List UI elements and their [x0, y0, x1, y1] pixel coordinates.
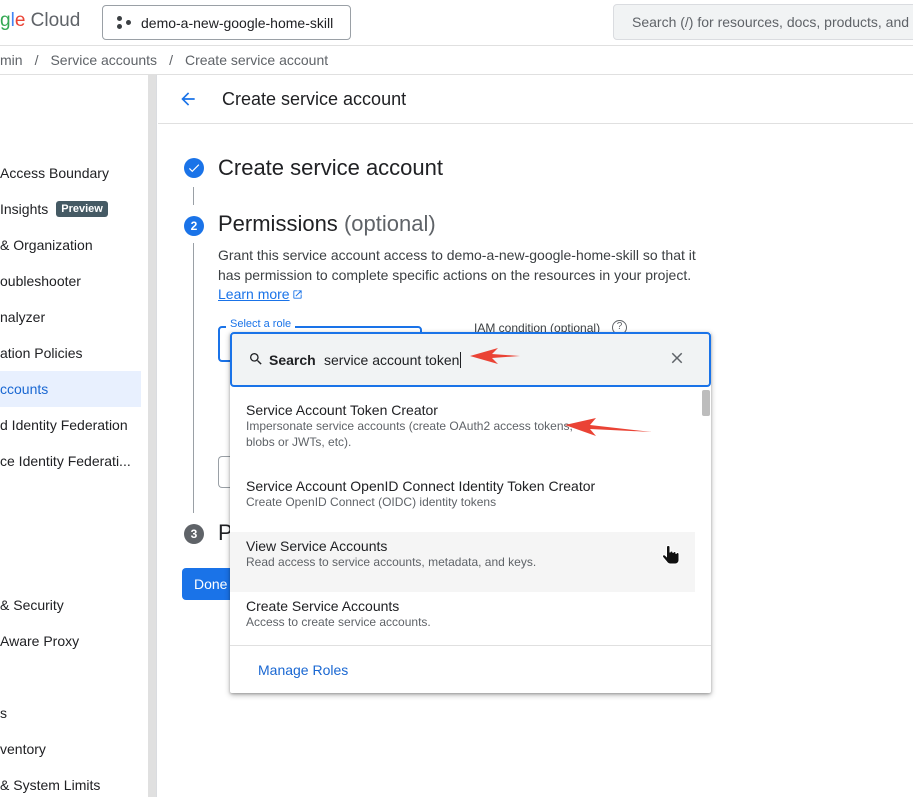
role-option-name: Service Account Token Creator: [246, 402, 438, 418]
sidebar-item-label: d Identity Federation: [0, 417, 128, 433]
step-connector: [193, 243, 194, 513]
role-search-input[interactable]: Search service account token: [230, 332, 711, 387]
sidebar-item-service-accounts[interactable]: ccounts: [0, 371, 141, 407]
sidebar-item-identity-aware-proxy[interactable]: Aware Proxy: [0, 623, 141, 659]
sidebar: Access Boundary Insights Preview & Organi…: [0, 75, 148, 797]
sidebar-item-system-limits[interactable]: & System Limits: [0, 767, 141, 803]
project-picker[interactable]: demo-a-new-google-home-skill: [102, 5, 351, 40]
role-search-label: Search: [269, 352, 316, 368]
hand-cursor-icon: [662, 545, 680, 565]
role-option-desc: Impersonate service accounts (create OAu…: [246, 419, 573, 449]
breadcrumb-item-admin[interactable]: min: [0, 52, 23, 68]
sidebar-item-security[interactable]: & Security: [0, 587, 141, 623]
sidebar-item-label: & Security: [0, 597, 64, 613]
sidebar-item-organization-policies[interactable]: ation Policies: [0, 335, 141, 371]
done-button[interactable]: Done: [182, 568, 230, 600]
breadcrumb-item-current: Create service account: [184, 52, 329, 68]
sidebar-item-label: ation Policies: [0, 345, 83, 361]
select-role-label: Select a role: [226, 318, 296, 330]
sidebar-item-label: ce Identity Federati...: [0, 453, 131, 469]
role-option-name: Service Account OpenID Connect Identity …: [246, 478, 596, 494]
step2-optional: (optional): [343, 211, 436, 236]
page-header: Create service account: [158, 75, 913, 124]
role-option-name: Create Service Accounts: [246, 598, 400, 614]
close-icon[interactable]: [668, 349, 686, 367]
step-connector: [193, 187, 194, 205]
search-icon: [250, 353, 262, 365]
step1-title: Create service account: [218, 155, 443, 180]
sidebar-item-insights[interactable]: Insights Preview: [0, 191, 141, 227]
step3-number: 3: [184, 524, 204, 544]
preview-badge: Preview: [56, 201, 108, 217]
sidebar-item-label: nalyzer: [0, 309, 46, 325]
text-caret: [460, 352, 462, 368]
breadcrumb: min / Service accounts / Create service …: [0, 46, 913, 75]
sidebar-item-label: Aware Proxy: [0, 633, 80, 649]
role-option-token-creator[interactable]: Service Account Token Creator Impersonat…: [230, 402, 695, 450]
sidebar-item-label: ventory: [0, 741, 46, 757]
role-search-query: service account token: [324, 352, 462, 368]
manage-roles-link[interactable]: Manage Roles: [258, 662, 348, 678]
learn-more-link[interactable]: Learn more: [218, 286, 303, 302]
role-option-create-service-accounts[interactable]: Create Service Accounts Access to create…: [230, 598, 695, 630]
role-option-desc: Access to create service accounts.: [246, 615, 431, 629]
page-title: Create service account: [222, 89, 407, 109]
role-search-query-text: service account token: [324, 352, 460, 368]
role-option-view-service-accounts[interactable]: View Service Accounts Read access to ser…: [230, 532, 695, 592]
sidebar-item-organization[interactable]: & Organization: [0, 227, 141, 263]
dropdown-scrollbar[interactable]: [702, 390, 710, 416]
sidebar-item-s[interactable]: s: [0, 695, 141, 731]
external-link-icon: [292, 290, 302, 299]
sidebar-item-label: & System Limits: [0, 777, 101, 793]
step2-number: 2: [184, 216, 204, 236]
sidebar-item-label: Insights: [0, 201, 49, 217]
project-dots-icon: [115, 14, 133, 32]
step2-title: Permissions (optional): [218, 211, 436, 237]
sidebar-item-troubleshooter[interactable]: oubleshooter: [0, 263, 141, 299]
sidebar-item-label: ccounts: [0, 381, 49, 397]
role-option-name: View Service Accounts: [246, 538, 388, 554]
sidebar-scrollbar[interactable]: [148, 75, 157, 797]
sidebar-item-label: s: [0, 705, 7, 721]
top-bar: gle Cloud demo-a-new-google-home-skill S…: [0, 0, 913, 46]
google-cloud-logo[interactable]: gle Cloud: [0, 10, 80, 32]
step-complete-icon: [184, 158, 204, 178]
sidebar-item-label: oubleshooter: [0, 273, 81, 289]
sidebar-item-label: & Organization: [0, 237, 93, 253]
step2-description: Grant this service account access to dem…: [218, 247, 696, 283]
global-search-placeholder: Search (/) for resources, docs, products…: [632, 14, 913, 30]
role-option-desc: Create OpenID Connect (OIDC) identity to…: [246, 495, 497, 509]
sidebar-item-workload-identity-federation[interactable]: d Identity Federation: [0, 407, 141, 443]
step2-title-text: Permissions: [218, 211, 338, 236]
project-name: demo-a-new-google-home-skill: [141, 14, 334, 31]
role-option-desc: Read access to service accounts, metadat…: [246, 555, 537, 569]
learn-more-text: Learn more: [218, 286, 290, 302]
breadcrumb-item-service-accounts[interactable]: Service accounts: [50, 52, 157, 68]
sidebar-item-label: Access Boundary: [0, 165, 109, 181]
sidebar-item-access-boundary[interactable]: Access Boundary: [0, 155, 141, 191]
breadcrumb-separator: /: [169, 52, 173, 68]
role-dropdown: Search service account token Service Acc…: [230, 332, 711, 693]
global-search-input[interactable]: Search (/) for resources, docs, products…: [613, 4, 913, 40]
sidebar-item-workforce-identity-federation[interactable]: ce Identity Federati...: [0, 443, 141, 479]
role-option-oidc-token-creator[interactable]: Service Account OpenID Connect Identity …: [230, 478, 695, 510]
sidebar-item-inventory[interactable]: ventory: [0, 731, 141, 767]
dropdown-divider: [230, 645, 711, 646]
sidebar-item-analyzer[interactable]: nalyzer: [0, 299, 141, 335]
breadcrumb-separator: /: [34, 52, 39, 68]
back-arrow-icon[interactable]: [178, 89, 198, 109]
